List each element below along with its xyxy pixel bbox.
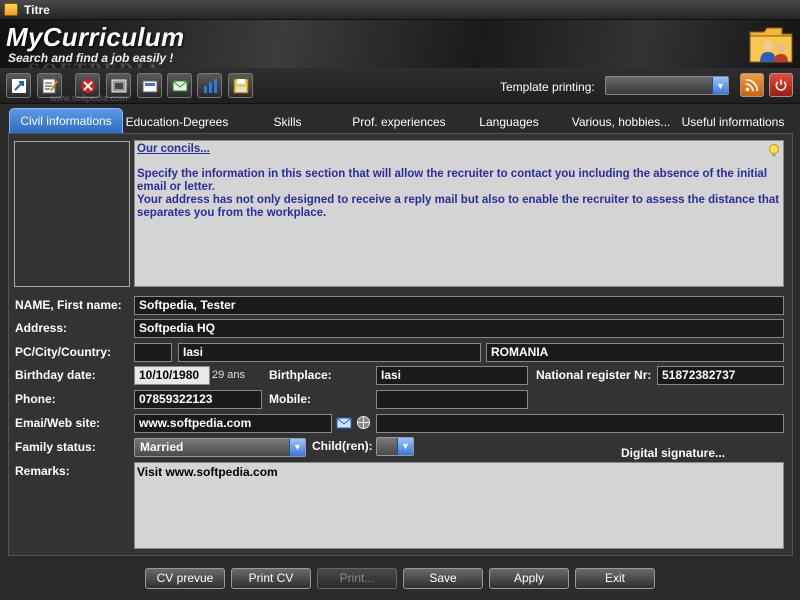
tab-various-hobbies[interactable]: Various, hobbies... (570, 112, 672, 134)
toolbar: www.softpedia.com Template printing: ▼ (0, 68, 800, 104)
children-label: Child(ren): (312, 439, 373, 453)
toolbar-watermark: www.softpedia.com (50, 93, 128, 103)
template-printing-select[interactable]: ▼ (605, 76, 729, 95)
chart-button[interactable] (197, 73, 222, 98)
delete-icon (80, 78, 95, 93)
new-cv-icon (11, 78, 26, 93)
city-field[interactable]: Iasi (178, 343, 481, 362)
remarks-textarea[interactable]: Visit www.softpedia.com (134, 462, 784, 549)
tab-civil-informations[interactable]: Civil informations (9, 108, 123, 134)
chevron-down-icon: ▼ (712, 77, 728, 94)
apply-button[interactable]: Apply (489, 568, 569, 589)
rss-icon (745, 78, 759, 92)
new-cv-button[interactable] (6, 73, 31, 98)
chevron-down-icon: ▼ (289, 439, 305, 456)
save-button[interactable]: Save (403, 568, 483, 589)
template-printing-label: Template printing: (500, 80, 595, 94)
open-button[interactable] (137, 73, 162, 98)
birthday-label: Birthday date: (15, 368, 96, 382)
advice-para-1: Specify the information in this section … (137, 168, 768, 193)
national-register-label: National register Nr: (536, 368, 652, 382)
birthplace-label: Birthplace: (269, 368, 332, 382)
app-icon (4, 3, 18, 16)
country-field[interactable]: ROMANIA (486, 343, 784, 362)
birthplace-field[interactable]: Iasi (376, 366, 528, 385)
tab-skills[interactable]: Skills (260, 112, 315, 134)
save-icon (233, 78, 248, 93)
family-status-select[interactable]: Married ▼ (134, 438, 306, 457)
action-bar: CV prevue Print CV Print... Save Apply E… (0, 560, 800, 600)
title-bar: Titre (0, 0, 800, 20)
remarks-label: Remarks: (15, 464, 70, 478)
web-site-field[interactable] (376, 414, 784, 433)
birthday-field[interactable]: 10/10/1980 (134, 366, 210, 385)
open-icon (142, 80, 157, 92)
tab-education-degrees[interactable]: Education-Degrees (124, 112, 230, 134)
email-icon (172, 80, 187, 91)
print-cv-button[interactable]: Print CV (231, 568, 311, 589)
print-button[interactable]: Print... (317, 568, 397, 589)
digital-signature-link[interactable]: Digital signature... (621, 446, 725, 460)
email-label: Emai/Web site: (15, 416, 101, 430)
national-register-field[interactable]: 51872382737 (657, 366, 784, 385)
postal-code-field[interactable] (134, 343, 172, 362)
app-banner: MyCurriculum Search and find a job easil… (0, 20, 800, 68)
children-select[interactable]: ▼ (376, 437, 414, 456)
mobile-label: Mobile: (269, 392, 311, 406)
folder-users-icon (749, 27, 793, 63)
phone-field[interactable]: 07859322123 (134, 390, 262, 409)
tab-prof-experiences[interactable]: Prof. experiences (350, 112, 448, 134)
cv-preview-button[interactable]: CV prevue (145, 568, 225, 589)
window-title: Titre (24, 3, 50, 17)
phone-label: Phone: (15, 392, 56, 406)
lightbulb-icon (769, 144, 779, 157)
rss-button[interactable] (740, 73, 764, 97)
address-label: Address: (15, 321, 68, 335)
power-icon (775, 79, 787, 91)
film-icon (111, 79, 126, 92)
email-field[interactable]: www.softpedia.com (134, 414, 332, 433)
tab-bar: Civil informations Education-Degrees Ski… (0, 108, 800, 134)
exit-button[interactable]: Exit (575, 568, 655, 589)
address-field[interactable]: Softpedia HQ (134, 319, 784, 338)
edit-icon (42, 78, 58, 93)
web-globe-icon[interactable] (356, 415, 371, 430)
power-button[interactable] (769, 73, 793, 97)
name-field[interactable]: Softpedia, Tester (134, 296, 784, 315)
tab-languages[interactable]: Languages (475, 112, 543, 134)
save-button-toolbar[interactable] (228, 73, 253, 98)
banner-watermark: SOFTPEDIA (28, 60, 162, 68)
civil-info-panel: Our concils... Specify the information i… (8, 133, 793, 556)
app-name: MyCurriculum (6, 22, 185, 52)
chart-icon (203, 78, 217, 93)
family-status-value: Married (140, 440, 184, 454)
send-email-icon[interactable] (336, 416, 352, 430)
mobile-field[interactable] (376, 390, 528, 409)
photo-box[interactable] (14, 141, 130, 287)
tab-useful-informations[interactable]: Useful informations (680, 112, 786, 134)
advice-box: Our concils... Specify the information i… (134, 140, 784, 287)
advice-heading: Our concils... (137, 143, 210, 155)
advice-para-2: Your address has not only designed to re… (137, 194, 780, 219)
age-note: 29 ans (212, 369, 246, 381)
name-label: NAME, First name: (15, 298, 122, 312)
chevron-down-icon: ▼ (397, 438, 413, 455)
pc-city-country-label: PC/City/Country: (15, 345, 111, 359)
family-status-label: Family status: (15, 440, 96, 454)
email-button[interactable] (167, 73, 192, 98)
